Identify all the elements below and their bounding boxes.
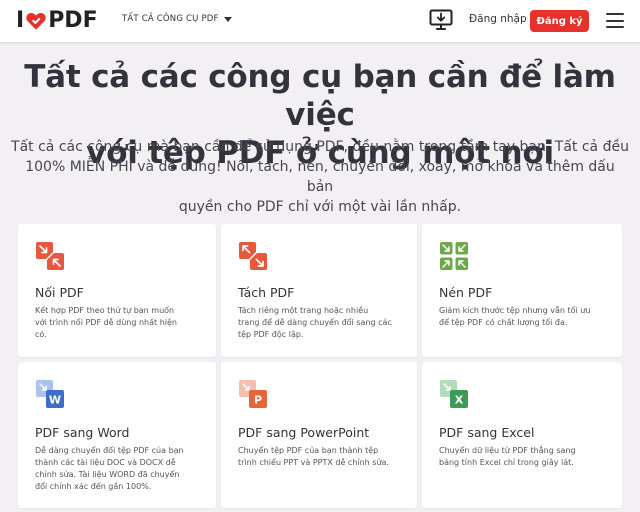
tool-card-title: Nén PDF	[439, 285, 493, 300]
tool-card-description: Kết hợp PDF theo thứ tự bạn muốn với trì…	[35, 305, 195, 341]
tool-card-description: Chuyển tệp PDF của bạn thành tệp trình c…	[238, 445, 398, 469]
tool-card-pdf-to-excel[interactable]: X PDF sang Excel Chuyển dữ liệu từ PDF t…	[422, 362, 622, 508]
tool-card-pdf-to-word[interactable]: W PDF sang Word Dễ dàng chuyển đổi tệp P…	[18, 362, 216, 508]
powerpoint-badge-letter: P	[254, 394, 262, 407]
hamburger-menu-icon[interactable]	[606, 13, 624, 28]
tool-card-title: PDF sang Word	[35, 425, 130, 440]
all-tools-dropdown[interactable]: TẤT CẢ CÔNG CỤ PDF	[122, 14, 232, 24]
page-subtitle-line-2: 100% MIỄN PHÍ và dễ dùng! Nối, tách, nén…	[25, 159, 615, 195]
logo-letter-i: I	[16, 8, 25, 33]
description-line: với trình nối PDF dễ dùng nhất hiện	[35, 318, 177, 327]
word-badge-letter: W	[49, 394, 61, 407]
excel-file-icon: X	[440, 380, 468, 408]
powerpoint-file-icon: P	[239, 380, 267, 408]
excel-badge-letter: X	[455, 394, 464, 407]
description-line: chỉnh sửa. Tài liệu WORD đã chuyển	[35, 470, 180, 479]
page-subtitle-line-3: quyền cho PDF chỉ với một vài lần nhấp.	[178, 199, 462, 215]
caret-down-icon	[223, 16, 232, 22]
tool-card-description: Chuyển dữ liệu từ PDF thẳng sang bảng tí…	[439, 445, 599, 469]
tool-card-title: Nối PDF	[35, 285, 84, 300]
tool-card-title: PDF sang Excel	[439, 425, 535, 440]
tool-card-title: Tách PDF	[238, 285, 295, 300]
word-file-icon: W	[36, 380, 64, 408]
page-subtitle-line-1: Tất cả các công cụ mà bạn cần để sử dụng…	[11, 139, 629, 155]
page-subtitle: Tất cả các công cụ mà bạn cần để sử dụng…	[10, 137, 630, 217]
ilovepdf-logo[interactable]: I PDF	[16, 9, 98, 33]
login-link[interactable]: Đăng nhập	[469, 13, 527, 25]
tool-card-title: PDF sang PowerPoint	[238, 425, 370, 440]
compress-arrows-icon	[440, 242, 468, 270]
description-line: có.	[35, 330, 47, 339]
tool-card-merge-pdf[interactable]: Nối PDF Kết hợp PDF theo thứ tự bạn muốn…	[18, 224, 216, 357]
description-line: thành các tài liệu DOC và DOCX dễ	[35, 458, 176, 467]
description-line: trang để dễ dàng chuyển đổi sang các	[238, 318, 392, 327]
tool-card-description: Giảm kích thước tệp nhưng vẫn tối ưu để …	[439, 305, 599, 329]
tool-card-description: Tách riêng một trang hoặc nhiều trang để…	[238, 305, 398, 341]
description-line: đổi chính xác đến gần 100%.	[35, 482, 152, 491]
tool-card-pdf-to-powerpoint[interactable]: P PDF sang PowerPoint Chuyển tệp PDF của…	[221, 362, 417, 508]
description-line: Chuyển tệp PDF của bạn thành tệp	[238, 446, 379, 455]
description-line: để tệp PDF có chất lượng tối đa.	[439, 318, 568, 327]
desktop-download-icon[interactable]	[429, 9, 453, 31]
description-line: tệp PDF độc lập.	[238, 330, 304, 339]
description-line: Chuyển dữ liệu từ PDF thẳng sang	[439, 446, 576, 455]
logo-text-pdf: PDF	[48, 8, 98, 33]
tool-card-description: Dễ dàng chuyển đổi tệp PDF của bạn thành…	[35, 445, 195, 493]
top-navbar: I PDF TẤT CẢ CÔNG CỤ PDF Đăng nhập Đăng …	[0, 0, 640, 42]
description-line: Kết hợp PDF theo thứ tự bạn muốn	[35, 306, 175, 315]
split-arrows-icon	[239, 242, 267, 270]
merge-arrows-icon	[36, 242, 64, 270]
description-line: trình chiếu PPT và PPTX dễ chỉnh sửa.	[238, 458, 389, 467]
description-line: Dễ dàng chuyển đổi tệp PDF của bạn	[35, 446, 184, 455]
description-line: Giảm kích thước tệp nhưng vẫn tối ưu	[439, 306, 591, 315]
signup-button[interactable]: Đăng ký	[530, 10, 589, 32]
all-tools-label: TẤT CẢ CÔNG CỤ PDF	[122, 14, 219, 24]
tool-card-split-pdf[interactable]: Tách PDF Tách riêng một trang hoặc nhiều…	[221, 224, 417, 357]
description-line: Tách riêng một trang hoặc nhiều	[238, 306, 369, 315]
heart-icon	[26, 12, 46, 30]
description-line: bảng tính Excel chỉ trong giây lát.	[439, 458, 574, 467]
tool-card-compress-pdf[interactable]: Nén PDF Giảm kích thước tệp nhưng vẫn tố…	[422, 224, 622, 357]
page-title-line-1: Tất cả các công cụ bạn cần để làm việc	[24, 59, 616, 133]
